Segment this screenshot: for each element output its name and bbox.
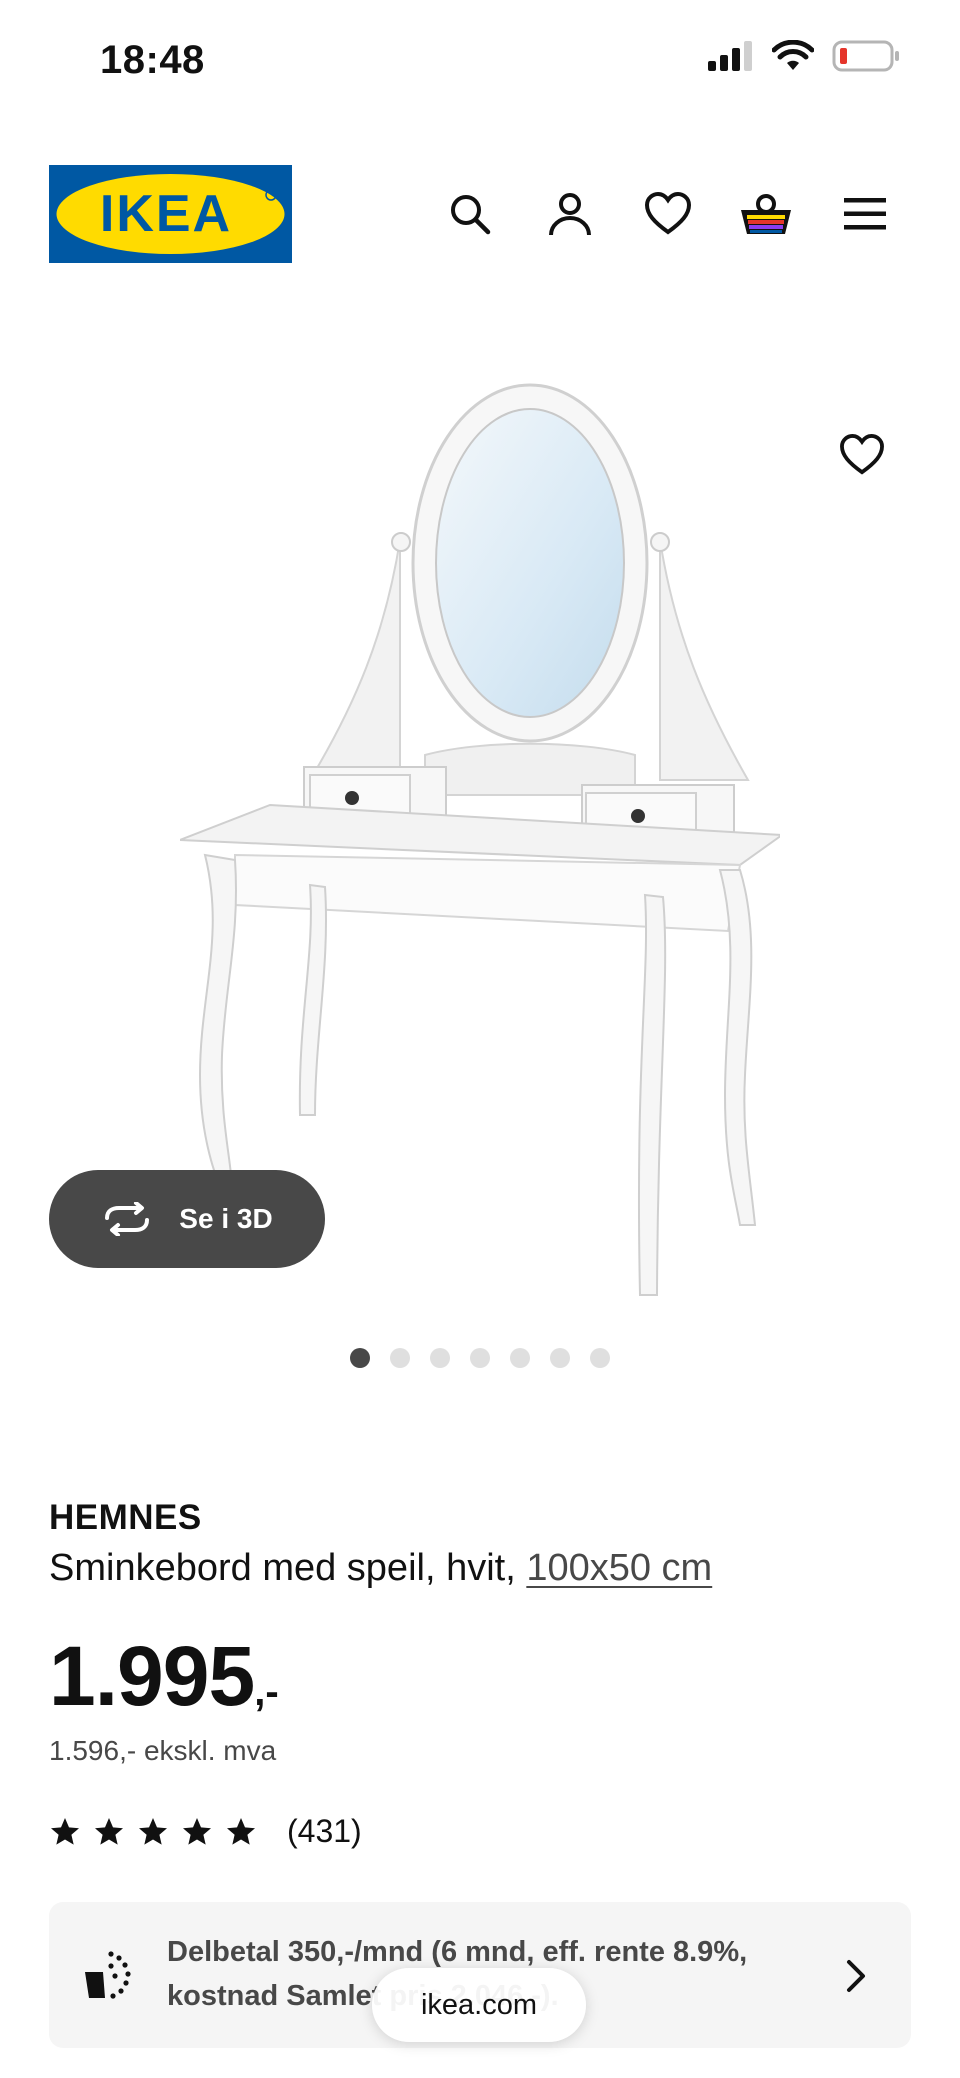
rotate-3d-icon [105, 1202, 150, 1236]
status-time: 18:48 [100, 38, 205, 82]
carousel-dot[interactable] [470, 1348, 490, 1368]
cart-icon[interactable] [736, 184, 796, 244]
product-price: 1.995 ,- [49, 1628, 279, 1725]
logo-text: IKEA [100, 185, 232, 243]
price-excluding-vat: 1.596,- ekskl. mva [49, 1735, 277, 1766]
carousel-dot[interactable] [590, 1348, 610, 1368]
signal-icon [708, 41, 752, 71]
chevron-right-icon [847, 1960, 865, 1992]
battery-icon [832, 40, 899, 72]
carousel-dot[interactable] [350, 1348, 370, 1368]
menu-icon[interactable] [835, 184, 895, 244]
view-3d-label: Se i 3D [179, 1203, 273, 1234]
dimension-link[interactable]: 100x50 cm [526, 1547, 712, 1589]
wifi-icon [772, 40, 814, 70]
carousel-dot[interactable] [430, 1348, 450, 1368]
search-icon[interactable] [440, 184, 500, 244]
carousel-dots [350, 1348, 610, 1368]
star-icon [51, 1817, 79, 1845]
star-icon [227, 1817, 255, 1845]
product-rating[interactable]: (431) [49, 1813, 362, 1850]
star-icon [95, 1817, 123, 1845]
star-icon [139, 1817, 167, 1845]
add-to-wishlist-button[interactable] [832, 425, 892, 485]
browser-url: ikea.com [420, 1988, 538, 2021]
heart-icon [840, 434, 884, 475]
product-image[interactable] [179, 375, 785, 1305]
carousel-dot[interactable] [510, 1348, 530, 1368]
product-description-text: Sminkebord med speil, hvit, [49, 1547, 527, 1589]
price-integer: 1.995 [49, 1629, 255, 1723]
price-suffix: ,- [254, 1670, 279, 1714]
status-icons [708, 40, 900, 72]
account-icon[interactable] [540, 184, 600, 244]
browser-url-pill[interactable]: ikea.com [372, 1968, 586, 2042]
ikea-logo[interactable]: IKEA [49, 165, 292, 263]
product-brand: HEMNES [49, 1498, 202, 1537]
rating-count: (431) [287, 1813, 362, 1849]
carousel-dot[interactable] [390, 1348, 410, 1368]
view-3d-button[interactable]: Se i 3D [49, 1170, 325, 1268]
product-description: Sminkebord med speil, hvit, 100x50 cm [49, 1547, 712, 1590]
installment-icon [85, 1951, 131, 1999]
carousel-dot[interactable] [550, 1348, 570, 1368]
star-icon [183, 1817, 211, 1845]
heart-icon[interactable] [638, 184, 698, 244]
